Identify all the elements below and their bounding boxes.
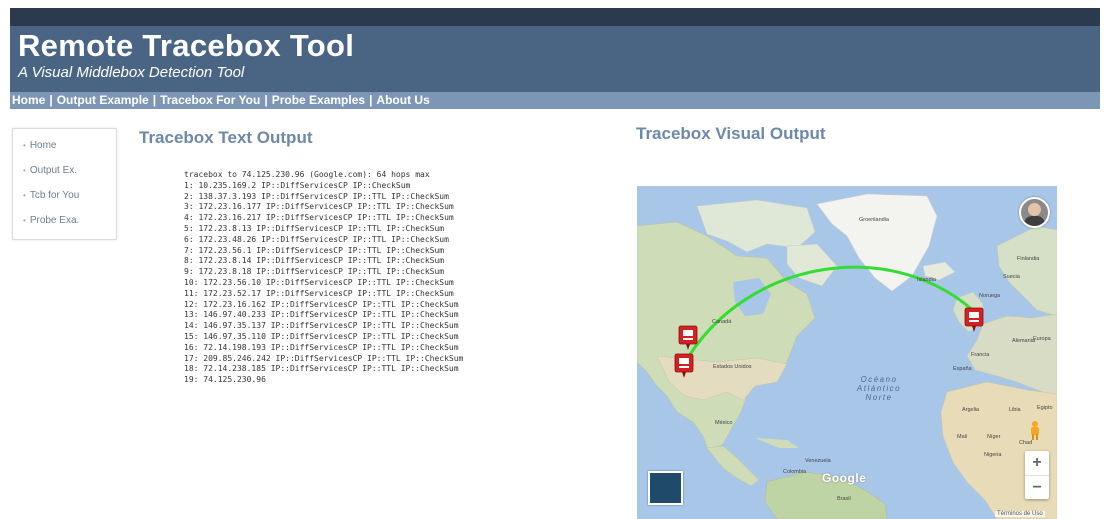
map-label-colombia: Colombia — [783, 469, 807, 475]
map-label-nigeria: Nigeria — [984, 452, 1002, 458]
sidebar-item-label: Tcb for You — [29, 190, 80, 201]
trace-hop-line: 2: 138.37.3.193 IP::DiffServicesCP IP::T… — [184, 191, 449, 201]
sidebar-item-probe-exa[interactable]: • Probe Exa. — [23, 212, 116, 237]
nav-about-us[interactable]: About Us — [376, 93, 429, 107]
main-nav: Home | Output Example | Tracebox For You | Pro… — [10, 92, 1100, 109]
top-bar — [10, 8, 1100, 26]
map-label-ocean: Océano Atlántico Norte — [856, 375, 902, 402]
map-label-germany: Alemania — [1012, 338, 1035, 344]
trace-hop-line: 8: 172.23.8.14 IP::DiffServicesCP IP::TT… — [184, 256, 445, 266]
map-label-egypt: Egipto — [1037, 405, 1053, 411]
site-title: Remote Tracebox Tool — [18, 28, 355, 63]
trace-hop-line: 16: 72.14.198.193 IP::DiffServicesCP IP:… — [184, 342, 459, 352]
central-america — [706, 445, 760, 487]
sidebar-item-tcb-for-you[interactable]: • Tcb for You — [23, 187, 116, 212]
sidebar-item-label: Probe Exa. — [29, 215, 80, 226]
map-label-niger: Níger — [987, 434, 1001, 440]
trace-hop-line: 4: 172.23.16.217 IP::DiffServicesCP IP::… — [184, 213, 454, 223]
user-avatar[interactable] — [1019, 197, 1050, 228]
map-label-usa: Estados Unidos — [713, 364, 752, 370]
map-terms-link[interactable]: Términos de Uso — [995, 511, 1045, 517]
nav-separator: | — [49, 93, 53, 107]
map-label-brasil: Brasil — [837, 496, 851, 502]
trace-hop-line: 7: 172.23.56.1 IP::DiffServicesCP IP::TT… — [184, 245, 445, 255]
map-label-france: Francia — [971, 352, 990, 358]
bullet-icon: • — [23, 191, 26, 200]
trace-text-output: tracebox to 74.125.230.96 (Google.com): … — [184, 170, 463, 386]
map-label-libya: Libia — [1009, 407, 1021, 413]
trace-hop-line: 5: 172.23.8.13 IP::DiffServicesCP IP::TT… — [184, 223, 445, 233]
trace-hop-line: 6: 172.23.48.26 IP::DiffServicesCP IP::T… — [184, 234, 449, 244]
sidebar-item-output-ex[interactable]: • Output Ex. — [23, 162, 116, 187]
trace-hop-line: 1: 10.235.169.2 IP::DiffServicesCP IP::C… — [184, 180, 411, 190]
sidebar-item-label: Output Ex. — [29, 165, 78, 176]
route-map[interactable]: Groenlandia Islandia Canadá Estados Unid… — [637, 186, 1057, 519]
trace-hop-line: 9: 172.23.8.18 IP::DiffServicesCP IP::TT… — [184, 267, 445, 277]
map-label-mali: Mali — [957, 434, 968, 440]
visual-output-title: Tracebox Visual Output — [636, 124, 826, 143]
map-canvas — [637, 193, 1057, 519]
zoom-in-button[interactable]: + — [1025, 451, 1049, 475]
street-view-pegman-icon[interactable] — [1027, 420, 1043, 440]
trace-hop-line: 10: 172.23.56.10 IP::DiffServicesCP IP::… — [184, 277, 454, 287]
map-label-greenland: Groenlandia — [859, 217, 889, 223]
map-label-finland: Finlandia — [1017, 256, 1040, 262]
nav-home[interactable]: Home — [12, 93, 45, 107]
nav-tracebox-for-you[interactable]: Tracebox For You — [160, 93, 260, 107]
site-subtitle: A Visual Middlebox Detection Tool — [18, 64, 245, 81]
trace-hop-line: 14: 146.97.35.137 IP::DiffServicesCP IP:… — [184, 321, 459, 331]
site-header: Remote Tracebox Tool A Visual Middlebox … — [10, 26, 1100, 92]
nav-separator: | — [369, 93, 373, 107]
map-label-spain: España — [953, 366, 972, 372]
trace-hop-line: 19: 74.125.230.96 — [184, 375, 266, 385]
trace-hop-line: 13: 146.97.40.233 IP::DiffServicesCP IP:… — [184, 310, 459, 320]
map-label-algeria: Argelia — [962, 407, 980, 413]
zoom-out-button[interactable]: − — [1025, 475, 1049, 500]
nav-output-example[interactable]: Output Example — [57, 93, 149, 107]
map-label-canada: Canadá — [712, 319, 732, 325]
trace-header-line: tracebox to 74.125.230.96 (Google.com): … — [184, 170, 430, 179]
trace-hop-line: 17: 209.85.246.242 IP::DiffServicesCP IP… — [184, 353, 464, 363]
caribbean-islands — [755, 438, 799, 448]
map-label-mexico: México — [715, 420, 733, 426]
sidebar-menu: • Home • Output Ex. • Tcb for You • Probe Ex… — [12, 128, 117, 240]
satellite-toggle-thumbnail[interactable] — [648, 471, 683, 505]
zoom-control: + − — [1025, 451, 1049, 499]
nav-probe-examples[interactable]: Probe Examples — [272, 93, 365, 107]
bullet-icon: • — [23, 216, 26, 225]
nav-separator: | — [264, 93, 268, 107]
map-label-sweden: Suecia — [1003, 274, 1020, 280]
map-label-norway: Noruega — [979, 293, 1001, 299]
sidebar-item-label: Home — [29, 140, 57, 151]
map-label-chad: Chad — [1019, 440, 1033, 446]
bullet-icon: • — [23, 141, 26, 150]
nav-separator: | — [152, 93, 157, 107]
scandinavia — [996, 225, 1057, 317]
bullet-icon: • — [23, 166, 26, 175]
google-logo: Google — [822, 471, 867, 485]
trace-hop-line: 18: 72.14.238.185 IP::DiffServicesCP IP:… — [184, 364, 459, 374]
trace-hop-line: 11: 172.23.52.17 IP::DiffServicesCP IP::… — [184, 288, 454, 298]
trace-hop-line: 15: 146.97.35.110 IP::DiffServicesCP IP:… — [184, 331, 459, 341]
map-label-iceland: Islandia — [917, 277, 936, 283]
trace-hop-line: 3: 172.23.16.177 IP::DiffServicesCP IP::… — [184, 202, 454, 212]
map-label-europe: Europa — [1033, 336, 1051, 342]
trace-hop-line: 12: 172.23.16.162 IP::DiffServicesCP IP:… — [184, 299, 459, 309]
baffin-island — [786, 243, 838, 287]
map-label-venezuela: Venezuela — [805, 458, 831, 464]
sidebar-item-home[interactable]: • Home — [23, 137, 116, 162]
text-output-title: Tracebox Text Output — [139, 128, 313, 147]
